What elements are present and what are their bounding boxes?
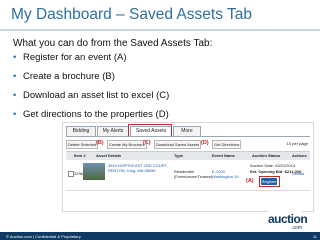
column-header: Auction Status xyxy=(252,153,281,158)
column-header: Item # xyxy=(74,153,86,158)
tab-divider xyxy=(66,136,310,137)
bullet-icon: • xyxy=(13,71,17,82)
asset-city-link[interactable]: RENTON, King, WA 98056 xyxy=(108,168,156,173)
footer-copyright: © Auction.com | Confidential & Proprieta… xyxy=(6,233,81,239)
column-header: Actions xyxy=(292,153,307,158)
asset-subtype: (Foreclosure/Trustee) xyxy=(174,174,213,179)
bullet-icon: • xyxy=(13,109,17,120)
marker-d: (D) xyxy=(201,140,209,146)
title-divider xyxy=(0,29,320,31)
bullet-icon: • xyxy=(13,90,17,101)
intro-text: What you can do from the Saved Assets Ta… xyxy=(13,38,213,49)
item-number: 2296 xyxy=(74,171,83,176)
auction-date: Auction Date: 03/21/2014 xyxy=(250,163,296,168)
toolbar: Delete Selected (B) Create My Brochure (… xyxy=(66,139,310,149)
feature-list: • Register for an event (A) • Create a bro… xyxy=(13,52,169,128)
property-thumbnail[interactable] xyxy=(83,163,105,180)
column-header: Asset Details xyxy=(96,153,122,158)
marker-a: (A) xyxy=(246,178,254,184)
bullet-icon: • xyxy=(13,52,17,63)
download-saved-assets-button[interactable]: Download Saved Assets xyxy=(154,140,202,149)
get-directions-button[interactable]: Get Directions xyxy=(212,140,242,149)
auction-logo: auction .com xyxy=(268,211,308,231)
list-item: • Download an asset list to excel (C) xyxy=(13,90,170,101)
details-link[interactable]: Details xyxy=(292,171,304,176)
marker-c: (C) xyxy=(143,140,151,146)
table-row: 2296 3610 NORTHEAST 2ND COURT, RENTON, K… xyxy=(66,160,310,191)
delete-selected-button[interactable]: Delete Selected xyxy=(66,140,99,149)
column-header: Event Name xyxy=(212,153,235,158)
marker-b: (B) xyxy=(96,140,104,146)
create-brochure-button[interactable]: Create My Brochure xyxy=(107,140,147,149)
per-page-select[interactable]: 10 per page xyxy=(287,140,308,147)
column-header: Type xyxy=(174,153,184,158)
register-highlight xyxy=(259,176,280,187)
list-item: • Register for an event (A) xyxy=(13,52,127,63)
page-title: My Dashboard – Saved Assets Tab xyxy=(11,6,252,23)
dashboard-screenshot: Bidding My Alerts Saved Assets More Dele… xyxy=(62,122,314,212)
list-item: • Create a brochure (B) xyxy=(13,71,115,82)
page-number: 11 xyxy=(312,233,317,239)
event-name-link[interactable]: Washington 19 xyxy=(212,174,239,179)
